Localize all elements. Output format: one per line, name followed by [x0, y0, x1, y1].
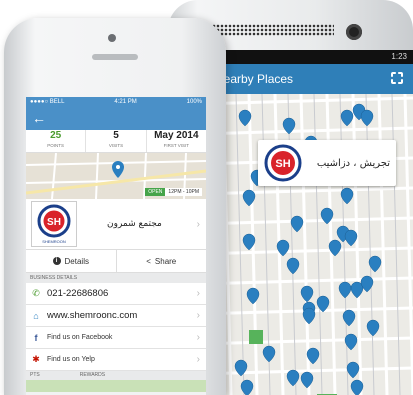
chevron-right-icon: ›	[196, 332, 200, 343]
business-header[interactable]: SH SHEMROON مجتمع شمرون ›	[26, 199, 206, 250]
share-button[interactable]: < Share	[117, 250, 207, 272]
screen-title: Nearby Places	[215, 72, 294, 86]
stat-points: 25 POINTS	[26, 130, 87, 152]
facebook-icon: f	[34, 332, 38, 343]
stat-value: 25	[50, 130, 62, 141]
chevron-right-icon: ›	[196, 310, 200, 321]
nav-bar: ←	[26, 107, 206, 130]
website-url: www.shemroonc.com	[47, 310, 138, 321]
section-header: BUSINESS DETAILS	[26, 273, 206, 283]
opening-hours: OPEN 12PM - 10PM	[145, 188, 202, 196]
place-popup-card[interactable]: SH تجریش ، دزاشیب	[258, 140, 396, 186]
details-button[interactable]: i Details	[26, 250, 117, 272]
place-name: تجریش ، دزاشیب	[316, 157, 390, 169]
stat-label: POINTS	[47, 143, 65, 148]
earpiece	[92, 54, 138, 60]
logo-subtext: SHEMROON	[42, 239, 66, 244]
rewards-label: REWARDS	[79, 372, 106, 378]
phone-row[interactable]: ✆ 021-22686806 ›	[26, 283, 206, 305]
stat-value: 5	[113, 130, 119, 141]
stat-label: VISITS	[108, 143, 124, 148]
website-row[interactable]: ⌂ www.shemroonc.com ›	[26, 305, 206, 327]
share-icon: <	[146, 256, 151, 266]
location-map[interactable]: OPEN 12PM - 10PM	[26, 153, 206, 199]
stats-row: 25 POINTS 5 VISITS May 2014 FIRST VISIT	[26, 130, 206, 153]
yelp-icon: ✱	[32, 354, 40, 364]
app-bar: Nearby Places	[197, 64, 413, 94]
speaker-grille	[204, 24, 334, 36]
stat-value: May 2014	[154, 130, 199, 141]
home-icon: ⌂	[33, 310, 39, 321]
share-label: Share	[154, 256, 177, 266]
stat-label: FIRST VISIT	[163, 143, 190, 148]
stat-visits: 5 VISITS	[86, 130, 147, 152]
status-time: 1:23	[391, 52, 407, 61]
yelp-row[interactable]: ✱ Find us on Yelp ›	[26, 349, 206, 371]
action-bar: i Details < Share	[26, 250, 206, 273]
park-area	[249, 330, 263, 344]
hours-range: 12PM - 10PM	[165, 188, 202, 196]
logo-letters: SH	[275, 158, 290, 170]
fullscreen-icon[interactable]	[391, 72, 403, 84]
pts-label: PTS	[30, 372, 40, 378]
business-name: مجتمع شمرون	[107, 219, 162, 229]
shemroon-logo: SH	[264, 144, 302, 182]
open-badge: OPEN	[145, 188, 166, 196]
stat-first-visit: May 2014 FIRST VISIT	[147, 130, 206, 152]
battery: 100%	[186, 99, 202, 105]
chevron-right-icon: ›	[196, 354, 200, 365]
back-phone-screen: 1:23 Nearby Places	[197, 50, 413, 395]
chevron-right-icon: ›	[196, 218, 200, 230]
status-time: 4:21 PM	[114, 99, 137, 105]
business-logo: SH SHEMROON	[31, 201, 77, 247]
logo-letters: SH	[47, 217, 61, 228]
chevron-right-icon: ›	[196, 288, 200, 299]
back-arrow-icon[interactable]: ←	[32, 110, 46, 126]
front-camera	[346, 24, 362, 40]
rewards-header: PTS REWARDS	[26, 371, 206, 380]
carrier: ●●●●○ BELL	[30, 99, 65, 105]
status-bar: ●●●●○ BELL 4:21 PM 100%	[26, 97, 206, 107]
status-bar: 1:23	[197, 50, 413, 64]
front-camera	[108, 34, 116, 42]
facebook-row[interactable]: f Find us on Facebook ›	[26, 327, 206, 349]
info-icon: i	[52, 257, 61, 265]
rewards-bar	[26, 380, 206, 392]
phone-number: 021-22686806	[47, 288, 109, 299]
facebook-link: Find us on Facebook	[47, 334, 113, 341]
details-label: Details	[64, 256, 89, 266]
phone-icon: ✆	[32, 288, 40, 298]
front-phone-screen: ●●●●○ BELL 4:21 PM 100% ← 25 POINTS 5 VI…	[26, 97, 206, 395]
yelp-link: Find us on Yelp	[47, 356, 95, 363]
